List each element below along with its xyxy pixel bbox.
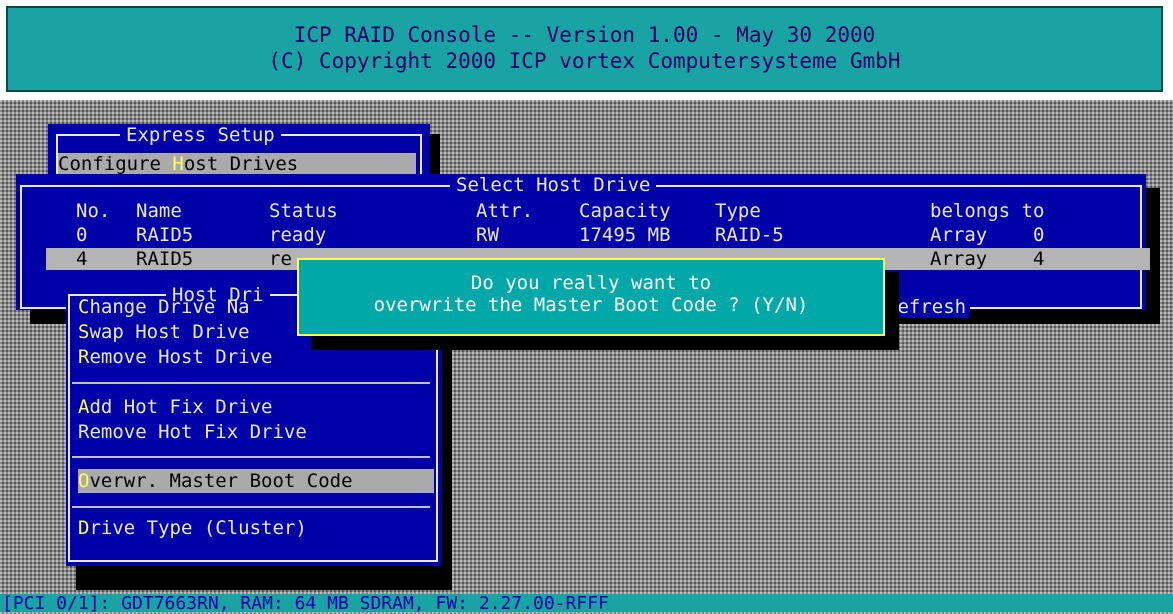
- row-no: 0: [76, 224, 88, 246]
- row-belongs: Array: [930, 224, 988, 246]
- column-attr: Attr.: [476, 200, 534, 222]
- title-banner: ICP RAID Console -- Version 1.00 - May 3…: [6, 6, 1163, 92]
- row-array-no: 4: [1033, 248, 1045, 270]
- menu-item-configure-host-drives[interactable]: Configure Host Drives: [58, 153, 416, 175]
- column-capacity: Capacity: [579, 200, 671, 222]
- column-name: Name: [136, 200, 182, 222]
- menu-divider: [72, 506, 430, 508]
- menu-item-drive-type-cluster[interactable]: Drive Type (Cluster): [78, 516, 307, 540]
- menu-item-change-drive-name[interactable]: Change Drive Na: [78, 295, 250, 319]
- menu-item-remove-host-drive[interactable]: Remove Host Drive: [78, 345, 272, 369]
- table-header: No. Name Status Attr. Capacity Type belo…: [16, 200, 1146, 222]
- dialog-line-1: Do you really want to: [470, 272, 712, 294]
- row-type: RAID-5: [715, 224, 784, 246]
- row-belongs: Array: [930, 248, 988, 270]
- menu-divider: [72, 456, 430, 458]
- copyright-text: (C) Copyright 2000 ICP vortex Computersy…: [268, 49, 901, 73]
- row-name: RAID5: [136, 224, 194, 246]
- row-array-no: 0: [1033, 224, 1045, 246]
- menu-item-add-hot-fix-drive[interactable]: Add Hot Fix Drive: [78, 395, 272, 419]
- app-title: ICP RAID Console -- Version 1.00 - May 3…: [293, 23, 876, 47]
- table-row[interactable]: 0 RAID5 ready RW 17495 MB RAID-5 Array 0: [16, 224, 1146, 246]
- row-capacity: 17495 MB: [579, 224, 671, 246]
- column-status: Status: [269, 200, 338, 222]
- menu-item-swap-host-drive[interactable]: Swap Host Drive: [78, 320, 250, 344]
- confirm-dialog[interactable]: Do you really want to overwrite the Mast…: [297, 258, 885, 336]
- row-no: 4: [76, 248, 88, 270]
- row-attr: RW: [476, 224, 499, 246]
- title-bar: ICP RAID Console -- Version 1.00 - May 3…: [0, 0, 1173, 100]
- status-bar: [PCI 0/1]: GDT7663RN, RAM: 64 MB SDRAM, …: [0, 594, 1173, 614]
- menu-item-remove-hot-fix-drive[interactable]: Remove Hot Fix Drive: [78, 420, 307, 444]
- dialog-line-2: overwrite the Master Boot Code ? (Y/N): [373, 294, 809, 316]
- menu-divider: [72, 382, 430, 384]
- column-belongs-to: belongs to: [930, 200, 1045, 222]
- column-no: No.: [76, 200, 111, 222]
- menu-item-overwrite-master-boot-code[interactable]: Overwr. Master Boot Code: [78, 469, 434, 493]
- row-name: RAID5: [136, 248, 194, 270]
- row-status: re: [269, 248, 292, 270]
- column-type: Type: [715, 200, 761, 222]
- express-setup-title: Express Setup: [120, 124, 281, 146]
- select-host-drive-title: Select Host Drive: [450, 174, 657, 196]
- row-status: ready: [269, 224, 327, 246]
